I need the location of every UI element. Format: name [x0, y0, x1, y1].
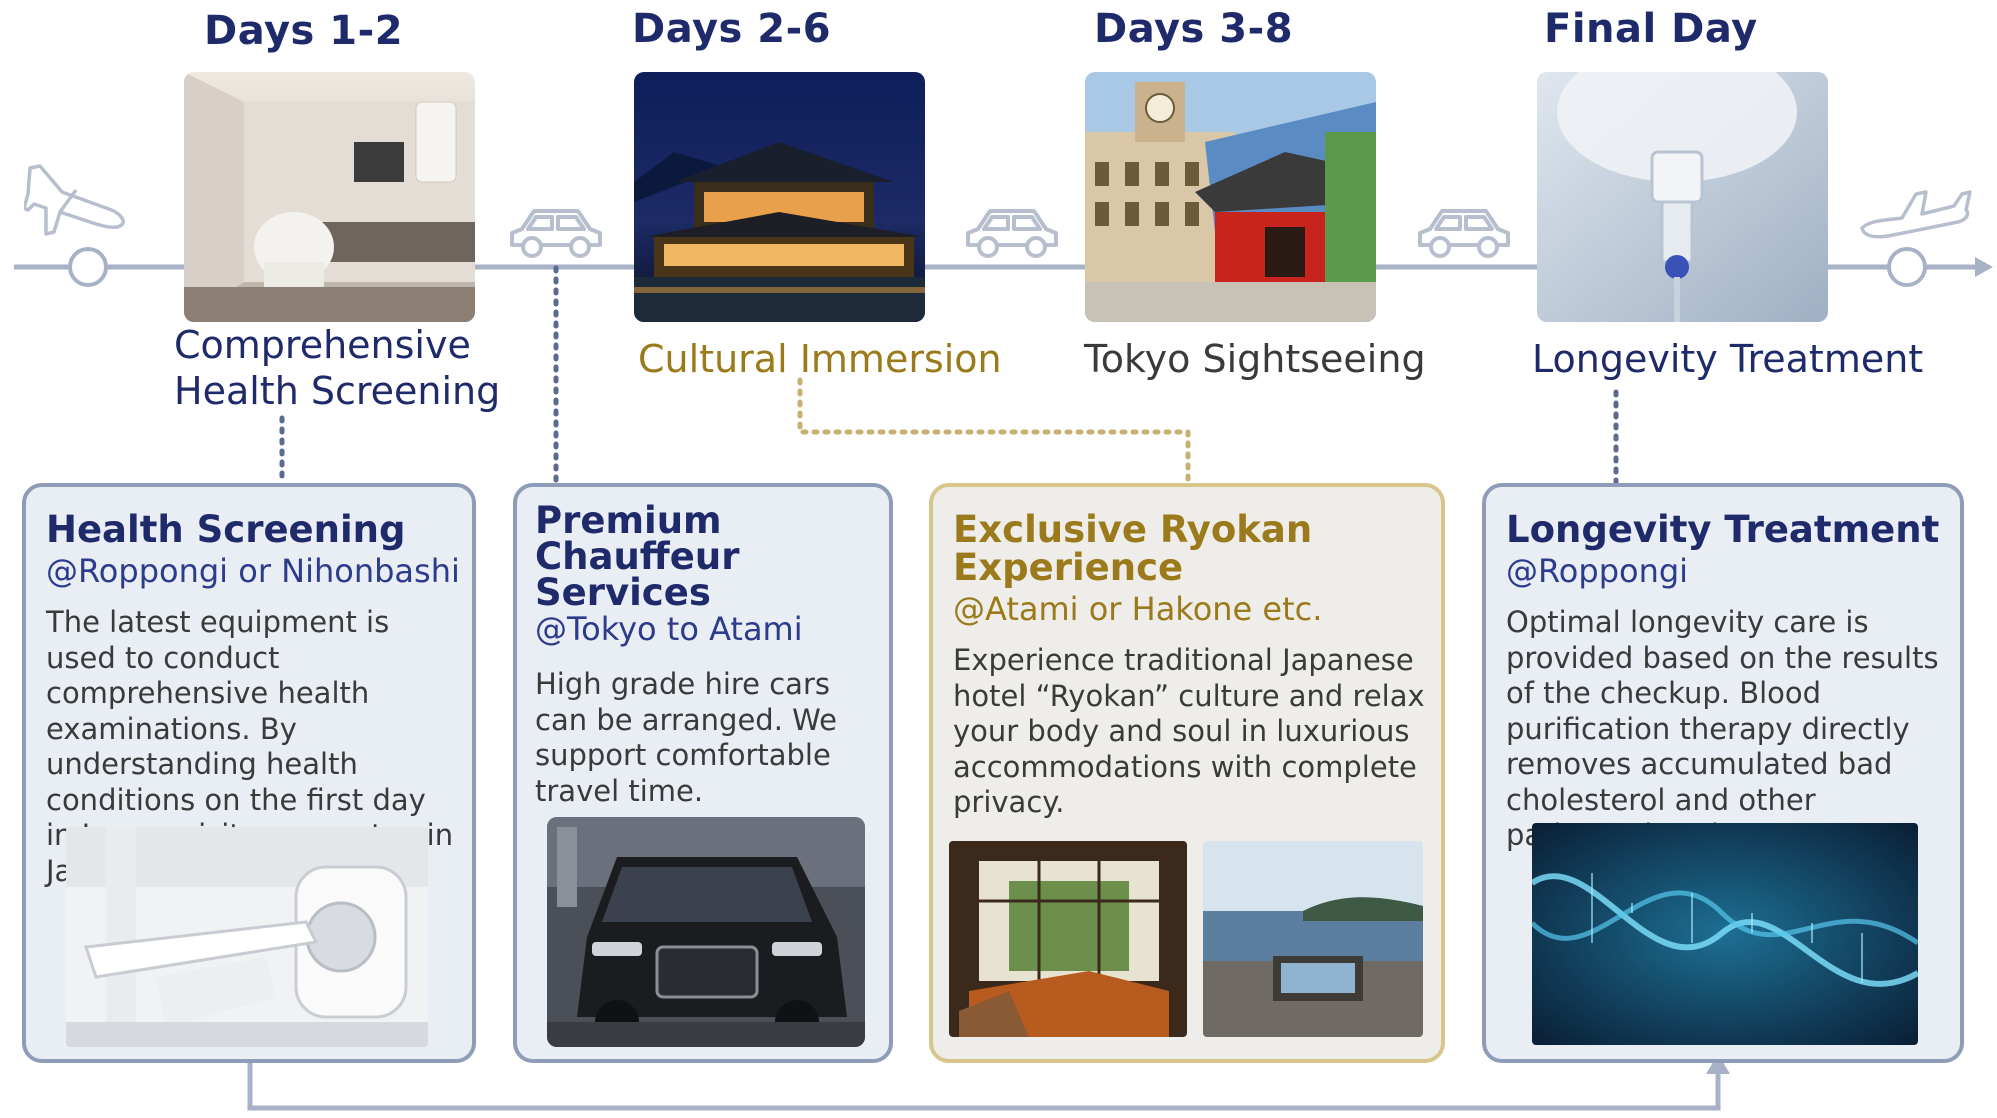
timeline-start-node — [68, 247, 108, 287]
airplane-arrival-icon — [1860, 190, 1972, 239]
health-screening-room-photo — [184, 72, 475, 322]
card-description: Optimal longevity care is provided based… — [1506, 605, 1939, 852]
pet-scanner-photo — [66, 827, 428, 1047]
card-description: Experience traditional Japanese hotel “R… — [953, 643, 1425, 819]
ryokan-room-photo — [949, 841, 1187, 1037]
bottom-flow-line — [247, 1058, 1721, 1111]
card-location: @Roppongi — [1506, 552, 1689, 590]
card-location: @Tokyo to Atami — [535, 610, 803, 648]
car-icon — [966, 209, 1058, 258]
card-health-screening: Health Screening @Roppongi or Nihonbashi… — [22, 483, 476, 1063]
timeline-end-node — [1887, 247, 1927, 287]
car-icon — [1418, 209, 1510, 258]
ryokan-night-photo — [634, 72, 925, 322]
connector-ryokan — [797, 377, 1191, 485]
card-ryokan: Exclusive Ryokan Experience @Atami or Ha… — [929, 483, 1445, 1063]
airplane-departure-icon — [24, 164, 125, 236]
dna-helix-photo — [1532, 823, 1918, 1045]
stage-title-health-line2: Health Screening — [174, 369, 501, 413]
card-title: Exclusive Ryokan Experience — [953, 508, 1313, 589]
stage-title-health-line1: Comprehensive — [174, 323, 471, 367]
card-longevity: Longevity Treatment @Roppongi Optimal lo… — [1482, 483, 1964, 1063]
timeline-arrowhead — [1975, 257, 1993, 277]
car-icon — [510, 209, 602, 258]
card-description: High grade hire cars can be arranged. We… — [535, 667, 837, 808]
ryokan-open-bath-photo — [1203, 841, 1423, 1037]
iv-drip-photo — [1537, 72, 1828, 322]
stage-title-cultural: Cultural Immersion — [638, 337, 1002, 381]
stage-title-health: Comprehensive Health Screening — [174, 322, 500, 414]
card-location: @Roppongi or Nihonbashi — [46, 552, 460, 590]
card-title: Premium Chauffeur Services — [535, 499, 740, 614]
day-label-3: Days 3-8 — [1094, 6, 1294, 52]
card-title: Health Screening — [46, 508, 406, 551]
tokyo-sightseeing-photo — [1085, 72, 1376, 322]
card-chauffeur: Premium Chauffeur Services @Tokyo to Ata… — [513, 483, 893, 1063]
luxury-minivan-photo — [547, 817, 865, 1047]
day-label-4: Final Day — [1544, 6, 1758, 52]
card-title: Longevity Treatment — [1506, 508, 1940, 551]
stage-title-longevity: Longevity Treatment — [1532, 337, 1924, 381]
stage-title-tokyo: Tokyo Sightseeing — [1084, 337, 1426, 381]
day-label-1: Days 1-2 — [204, 8, 404, 54]
card-location: @Atami or Hakone etc. — [953, 590, 1323, 628]
day-label-2: Days 2-6 — [632, 6, 832, 52]
